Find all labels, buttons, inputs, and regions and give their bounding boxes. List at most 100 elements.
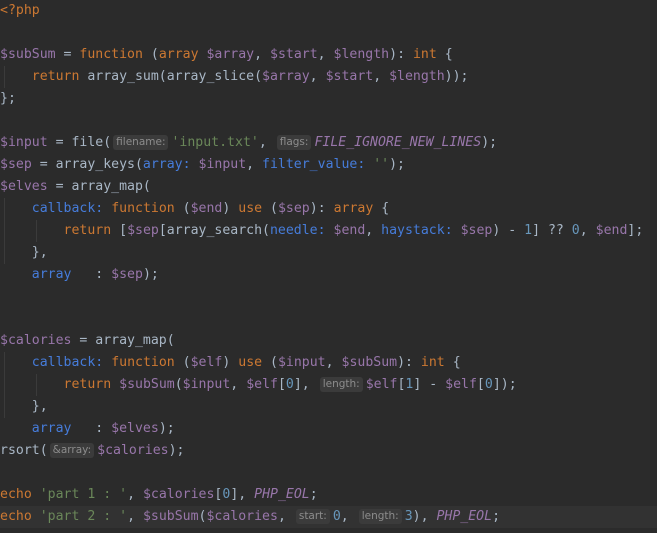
code-line[interactable]: }, bbox=[0, 242, 657, 264]
code-line-current[interactable]: echo 'part 2 : ', $subSum($calories, sta… bbox=[0, 506, 657, 528]
named-argument-token: callback: bbox=[31, 201, 104, 216]
code-token: ) bbox=[222, 201, 239, 216]
code-token: = bbox=[55, 47, 80, 62]
named-argument-token: array: bbox=[142, 157, 191, 172]
code-line[interactable]: }, bbox=[0, 396, 657, 418]
keyword-token: int bbox=[420, 355, 445, 370]
variable-token: $array bbox=[262, 69, 310, 84]
keyword-token: function bbox=[111, 355, 175, 370]
code-line[interactable]: array : $elves); bbox=[0, 418, 657, 440]
code-line[interactable]: $sep = array_keys(array: $input, filter_… bbox=[0, 154, 657, 176]
code-token: ) - bbox=[492, 223, 525, 238]
code-token: ) bbox=[222, 355, 239, 370]
code-token: , bbox=[340, 509, 357, 524]
code-token: = array_map( bbox=[47, 179, 151, 194]
variable-token: $sep bbox=[111, 267, 143, 282]
code-token: ); bbox=[142, 267, 159, 282]
named-argument-token: filter_value: bbox=[262, 157, 366, 172]
variable-token: $elves bbox=[111, 421, 159, 436]
variable-token: $elf bbox=[445, 377, 477, 392]
variable-token: $sep bbox=[460, 223, 493, 238]
variable-token: $subSum bbox=[119, 377, 175, 392]
code-line[interactable]: $elves = array_map( bbox=[0, 176, 657, 198]
variable-token: $input bbox=[0, 135, 48, 150]
variable-token: $subSum bbox=[142, 509, 199, 524]
parameter-hint: length: bbox=[319, 377, 363, 392]
variable-token: $end bbox=[190, 201, 223, 216]
code-line[interactable] bbox=[0, 110, 657, 132]
string-token: 'part 2 : ' bbox=[39, 509, 128, 524]
code-line[interactable]: <?php bbox=[0, 0, 657, 22]
keyword-token: array bbox=[333, 201, 374, 216]
number-token: 3 bbox=[404, 509, 413, 524]
code-token: , bbox=[127, 509, 143, 524]
code-line[interactable]: }; bbox=[0, 88, 657, 110]
code-token: ); bbox=[481, 135, 498, 150]
code-token: ( bbox=[142, 47, 159, 62]
code-line[interactable]: $calories = array_map( bbox=[0, 330, 657, 352]
code-token: ], bbox=[230, 487, 255, 502]
code-line[interactable]: echo 'part 1 : ', $calories[0], PHP_EOL; bbox=[0, 484, 657, 506]
code-token: ]; bbox=[627, 223, 644, 238]
variable-token: $sep bbox=[0, 157, 32, 172]
variable-token: $elf bbox=[190, 355, 223, 370]
parameter-hint: flags: bbox=[276, 135, 312, 150]
variable-token: $elf bbox=[246, 377, 278, 392]
code-token: ; bbox=[492, 509, 501, 524]
code-token: ; bbox=[309, 487, 318, 502]
code-token: ); bbox=[389, 157, 405, 172]
code-line[interactable] bbox=[0, 308, 657, 330]
named-argument-token: array bbox=[31, 421, 72, 436]
code-line[interactable]: rsort(&array: $calories); bbox=[0, 440, 657, 462]
named-argument-token: haystack: bbox=[381, 223, 453, 238]
code-line[interactable]: $input = file(filename:'input.txt', flag… bbox=[0, 132, 657, 154]
code-line[interactable]: return array_sum(array_slice($array, $st… bbox=[0, 66, 657, 88]
code-token: ( bbox=[174, 201, 191, 216]
variable-token: $sep bbox=[127, 223, 159, 238]
code-line[interactable]: $subSum = function (array $array, $start… bbox=[0, 44, 657, 66]
parameter-hint: start: bbox=[295, 509, 330, 524]
code-line[interactable]: return $subSum($input, $elf[0], length: $… bbox=[0, 374, 657, 396]
variable-token: $array bbox=[206, 47, 255, 62]
code-token: ); bbox=[168, 443, 185, 458]
constant-token: PHP_EOL bbox=[254, 487, 310, 502]
code-token: [ bbox=[111, 223, 128, 238]
code-line[interactable] bbox=[0, 22, 657, 44]
number-token: 1 bbox=[524, 223, 533, 238]
number-token: 0 bbox=[571, 223, 580, 238]
code-line[interactable]: callback: function ($end) use ($sep): ar… bbox=[0, 198, 657, 220]
named-argument-token: needle: bbox=[269, 223, 326, 238]
code-token: ); bbox=[158, 421, 175, 436]
keyword-token: return bbox=[63, 223, 112, 238]
code-token: , bbox=[246, 157, 263, 172]
variable-token: $subSum bbox=[341, 355, 398, 370]
named-argument-token: callback: bbox=[31, 355, 104, 370]
code-token: : bbox=[71, 421, 112, 436]
code-token: , bbox=[254, 47, 271, 62]
code-editor[interactable]: <?php $subSum = function (array $array, $… bbox=[0, 0, 657, 533]
function-call-token: array_sum(array_slice( bbox=[79, 69, 263, 84]
keyword-token: return bbox=[31, 69, 80, 84]
code-line[interactable] bbox=[0, 462, 657, 484]
code-line[interactable]: array : $sep); bbox=[0, 264, 657, 286]
php-open-tag: <?php bbox=[0, 3, 40, 18]
code-token: , bbox=[365, 223, 382, 238]
variable-token: $input bbox=[198, 157, 247, 172]
variable-token: $end bbox=[333, 223, 366, 238]
number-token: 0 bbox=[285, 377, 294, 392]
number-token: 0 bbox=[484, 377, 493, 392]
code-line[interactable]: callback: function ($elf) use ($input, $… bbox=[0, 352, 657, 374]
code-line[interactable]: return [$sep[array_search(needle: $end, … bbox=[0, 220, 657, 242]
code-line[interactable] bbox=[0, 286, 657, 308]
code-token: [array_search( bbox=[158, 223, 270, 238]
code-token: { bbox=[373, 201, 390, 216]
code-token: ] ?? bbox=[532, 223, 572, 238]
code-token: ), bbox=[412, 509, 437, 524]
